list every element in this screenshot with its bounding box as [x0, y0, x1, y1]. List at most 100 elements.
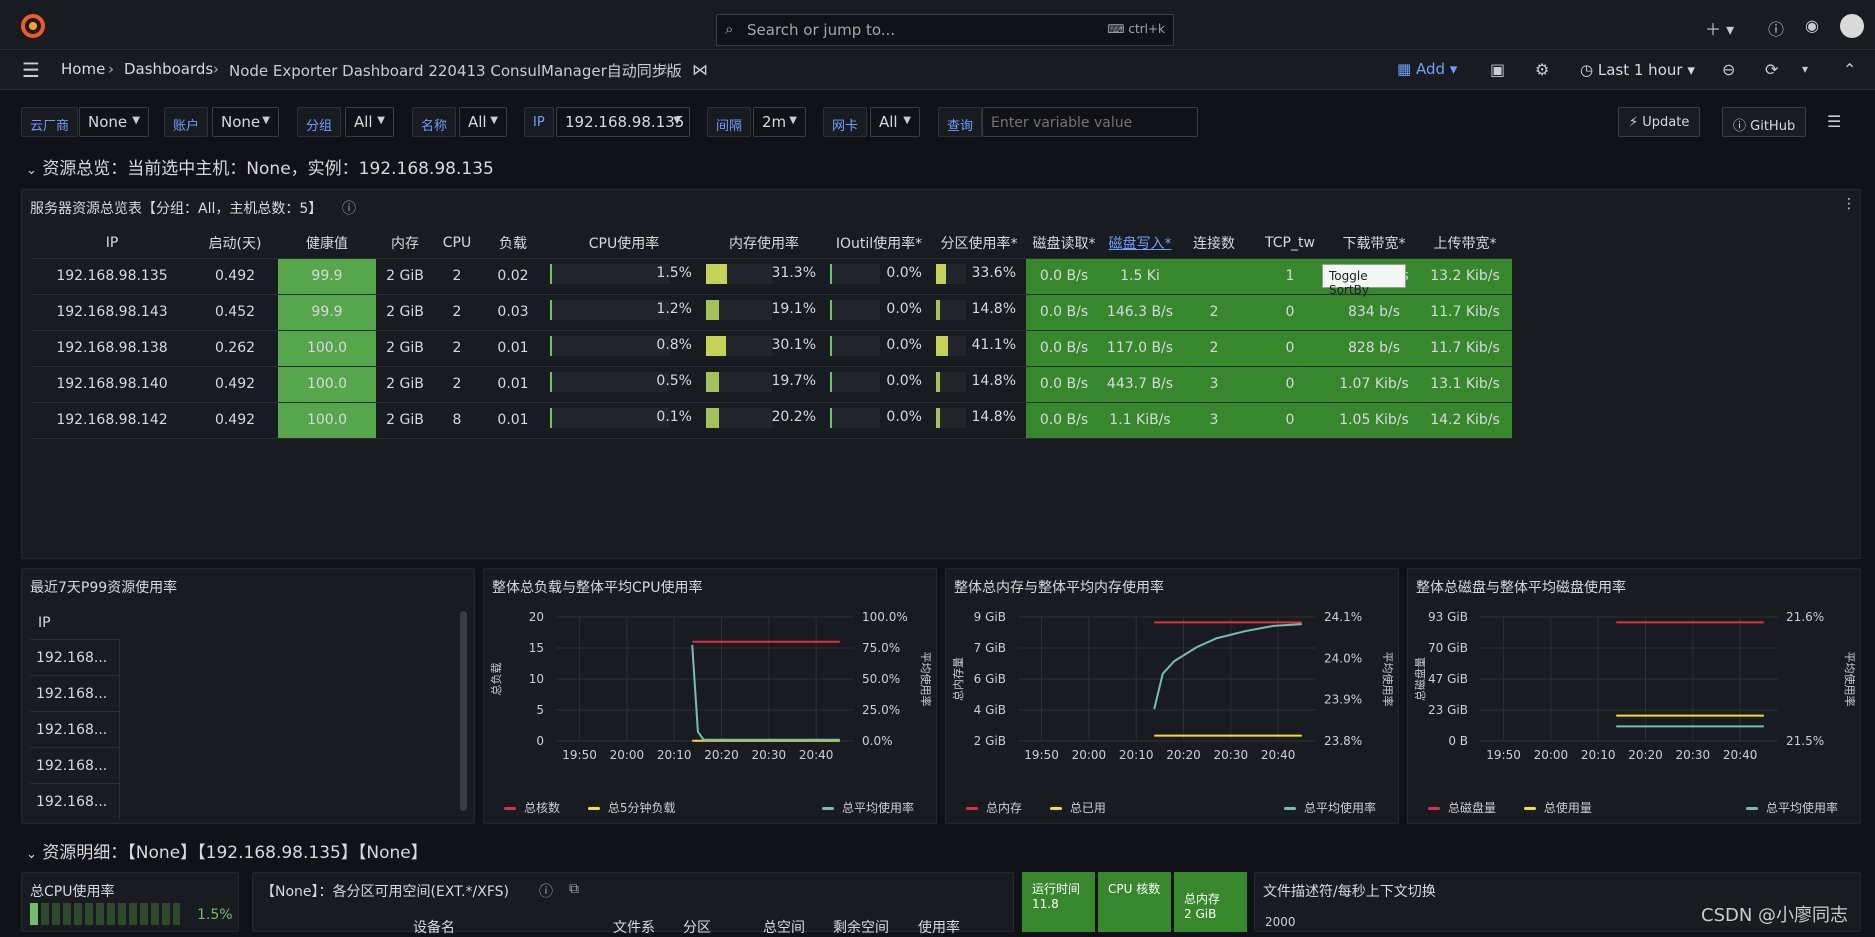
add-button[interactable]: ▦ Add ▾ [1397, 60, 1457, 78]
var-account-select[interactable]: None ▼ [212, 107, 279, 137]
row-title-overview[interactable]: ⌄ 资源总览：当前选中主机：None，实例：192.168.98.135 [26, 154, 494, 179]
table-cell[interactable]: 8 [434, 402, 480, 439]
var-ip-label: IP [524, 107, 554, 137]
column-header[interactable]: 磁盘写入* [1102, 228, 1178, 259]
help-icon[interactable]: ⓘ [1768, 16, 1784, 40]
column-header[interactable]: 内存使用率 [702, 228, 826, 259]
refresh-icon[interactable]: ⟳ [1765, 60, 1778, 79]
bar-gauge-cell: 0.0% [826, 330, 932, 367]
legend-item[interactable]: 总内存 [966, 801, 1022, 815]
column-header[interactable]: IOutil使用率* [826, 228, 932, 259]
breadcrumb-dashboards[interactable]: Dashboards [124, 60, 213, 78]
bar-gauge-track [830, 336, 880, 356]
scrollbar[interactable] [460, 611, 467, 811]
external-link-icon[interactable]: ⧉ [569, 881, 579, 897]
panel-menu-icon[interactable]: ⋮ [1842, 196, 1856, 212]
column-header[interactable]: 连接数 [1178, 228, 1250, 259]
bar-gauge-cell: 41.1% [932, 330, 1026, 367]
column-header[interactable]: TCP_tw [1250, 228, 1330, 259]
table-cell[interactable]: 2 [434, 330, 480, 367]
legend-item[interactable]: 总已用 [1049, 801, 1106, 815]
grafana-logo-icon[interactable] [20, 13, 46, 39]
column-header[interactable]: 下载带宽* [1330, 228, 1418, 259]
info-icon[interactable]: ⓘ [539, 881, 553, 901]
menu-lines-icon[interactable]: ☰ [1827, 112, 1841, 131]
row-title-detail[interactable]: ⌄ 资源明细：【None】【192.168.98.135】【None】 [26, 838, 428, 863]
table-cell[interactable]: 2 GiB [376, 258, 434, 295]
var-cloud-select[interactable]: None ▼ [79, 107, 149, 137]
bar-gauge-cell: 0.0% [826, 258, 932, 295]
var-interval-select[interactable]: 2m ▼ [753, 107, 806, 137]
star-icon[interactable]: ☆ [658, 60, 672, 79]
zoom-out-icon[interactable]: ⊖ [1722, 60, 1735, 79]
share-icon[interactable]: ⋈ [692, 60, 708, 79]
legend-item[interactable]: 总平均使用率 [1283, 799, 1376, 816]
avatar[interactable] [1840, 14, 1864, 38]
news-rss-icon[interactable]: ◉ [1805, 16, 1819, 35]
column-header[interactable]: 启动(天) [192, 228, 278, 259]
column-header[interactable]: CPU使用率 [546, 228, 702, 259]
var-name-select[interactable]: All ▼ [459, 107, 507, 137]
legend-item[interactable]: 总平均使用率 [821, 799, 914, 816]
partition-space-panel: 【None】：各分区可用空间(EXT.*/XFS) ⓘ ⧉ 设备名 文件系 分区 总空… [252, 872, 1014, 936]
table-cell[interactable]: 2 GiB [376, 366, 434, 403]
gear-icon[interactable]: ⚙ [1535, 60, 1549, 79]
chevron-down-icon: ▼ [132, 115, 140, 126]
var-nic-select[interactable]: All ▼ [870, 107, 920, 137]
column-header[interactable]: 分区使用率* [932, 228, 1026, 259]
y-tick-label: 6 GiB [974, 672, 1006, 686]
table-cell[interactable]: 2 [434, 366, 480, 403]
x-tick-label: 19:50 [562, 748, 597, 762]
table-cell[interactable]: 2 [434, 258, 480, 295]
column-header[interactable]: 剩余空间 [833, 917, 889, 937]
series-line [1153, 623, 1302, 710]
bar-gauge-fill [936, 300, 940, 320]
overview-table: IP 启动(天) 健康值 内存 CPU 负载 CPU使用率 内存使用率 IOutil使用率* 分区… [32, 228, 1512, 439]
legend-item[interactable]: 总5分钟负载 [587, 801, 675, 815]
column-header[interactable]: CPU [434, 228, 480, 259]
table-cell[interactable]: 2 GiB [376, 402, 434, 439]
legend-item[interactable]: 总使用量 [1523, 801, 1592, 815]
var-ip-select[interactable]: 192.168.98.135 ▼ [556, 107, 690, 137]
github-button[interactable]: ⓘ GitHub [1722, 107, 1807, 137]
column-header[interactable]: 负载 [480, 228, 546, 259]
column-header[interactable]: 设备名 [413, 917, 455, 937]
list-item: 192.168... [30, 783, 120, 819]
legend-item[interactable]: 总平均使用率 [1745, 799, 1838, 816]
column-header[interactable]: 总空间 [763, 917, 805, 937]
column-header[interactable]: 使用率 [918, 917, 960, 937]
var-group-select[interactable]: All ▼ [345, 107, 394, 137]
var-query-input[interactable] [982, 107, 1198, 137]
search-input[interactable]: ⌕ Search or jump to... ⌨ ctrl+k [716, 14, 1174, 46]
bar-gauge-fill [550, 264, 552, 284]
chevron-down-icon: ▼ [673, 115, 681, 126]
breadcrumb-home[interactable]: Home [61, 60, 105, 78]
var-query-label: 查询 [938, 107, 983, 137]
bar-gauge-value: 0.1% [656, 409, 692, 425]
column-header[interactable]: 分区 [683, 917, 711, 937]
collapse-chevron-up-icon[interactable]: ⌃ [1843, 60, 1856, 79]
table-cell[interactable]: 2 GiB [376, 330, 434, 367]
table-cell[interactable]: 2 GiB [376, 294, 434, 331]
table-cell: 0 [1250, 366, 1330, 403]
time-range-picker[interactable]: ◷ Last 1 hour ▾ [1580, 61, 1695, 79]
p99-table-header[interactable]: IP [38, 615, 51, 631]
column-header[interactable]: 上传带宽* [1418, 228, 1512, 259]
update-button[interactable]: ⚡ Update [1618, 107, 1701, 137]
legend-item[interactable]: 总核数 [504, 801, 560, 815]
bar-gauge-cell: 0.0% [826, 294, 932, 331]
y-tick-label: 4 GiB [974, 703, 1006, 717]
save-icon[interactable]: ▣ [1490, 60, 1505, 79]
table-cell[interactable]: 2 [434, 294, 480, 331]
menu-icon[interactable]: ☰ [22, 58, 40, 82]
column-header[interactable]: 磁盘读取* [1026, 228, 1102, 259]
refresh-interval-chevron-icon[interactable]: ▾ [1802, 62, 1808, 76]
new-plus-icon[interactable]: ＋ ▾ [1705, 16, 1734, 40]
table-cell [1178, 258, 1250, 295]
info-icon[interactable]: ⓘ [342, 198, 356, 218]
legend-item[interactable]: 总磁盘量 [1428, 801, 1496, 815]
column-header[interactable]: IP [32, 228, 192, 259]
column-header[interactable]: 健康值 [278, 228, 376, 259]
column-header[interactable]: 文件系 [613, 917, 655, 937]
column-header[interactable]: 内存 [376, 228, 434, 259]
